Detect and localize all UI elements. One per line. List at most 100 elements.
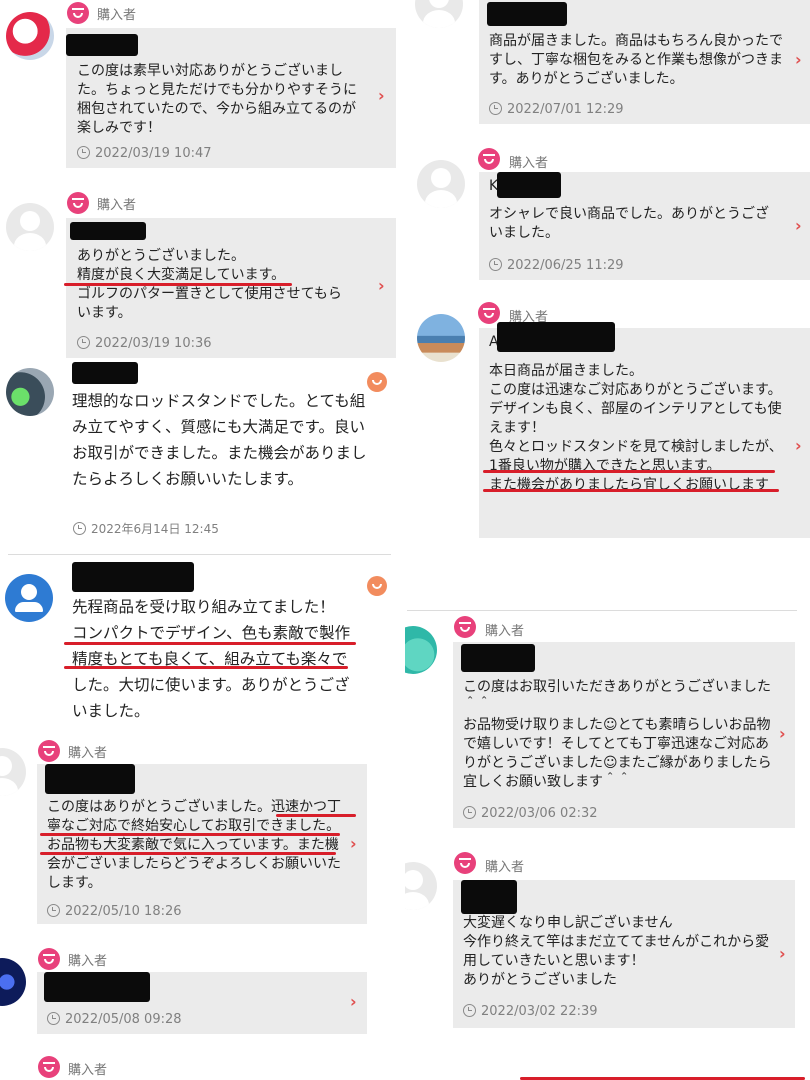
- buyer-badge-icon: [454, 616, 476, 638]
- highlight-underline: [40, 833, 340, 836]
- highlight-underline: [64, 283, 292, 286]
- buyer-badge-icon: [478, 148, 500, 170]
- chevron-right-icon[interactable]: ›: [795, 216, 802, 235]
- buyer-label: 購入者: [485, 860, 525, 875]
- highlight-underline: [64, 642, 356, 645]
- review-card[interactable]: 購入者 2022/05/08 09:28 ›: [0, 946, 405, 1036]
- highlight-underline: [276, 814, 356, 817]
- clock-icon: [47, 1012, 60, 1025]
- review-card[interactable]: 購入者 この度は素早い対応ありがとうございました。ちょっと見ただけでも分かりやす…: [0, 0, 405, 180]
- clock-icon: [77, 336, 90, 349]
- redacted-username: [497, 172, 561, 198]
- highlight-underline: [64, 666, 348, 669]
- clock-icon: [73, 522, 86, 535]
- buyer-label: 購入者: [97, 8, 137, 23]
- redacted-username: [45, 764, 135, 794]
- buyer-badge-icon: [38, 948, 60, 970]
- chevron-right-icon[interactable]: ›: [350, 834, 357, 853]
- highlight-underline: [483, 470, 775, 473]
- user-avatar[interactable]: [417, 160, 465, 208]
- review-card[interactable]: 購入者 この度はありがとうございました。迅速かつ丁寧なご対応で終始安心してお取引…: [0, 738, 405, 928]
- user-avatar[interactable]: [6, 12, 54, 60]
- review-message: 本日商品が届きました。 この度は迅速なご対応ありがとうございます。 デザインも良…: [489, 363, 783, 493]
- review-timestamp: 2022/03/06 02:32: [463, 806, 598, 821]
- chevron-right-icon[interactable]: ›: [795, 436, 802, 455]
- chevron-right-icon[interactable]: ›: [779, 944, 786, 963]
- review-card[interactable]: 商品が届きました。商品はもちろん良かったですし、丁寧な梱包をみると作業も想像がつ…: [405, 0, 810, 130]
- buyer-badge-icon: [38, 1056, 60, 1078]
- user-avatar[interactable]: [415, 0, 463, 28]
- buyer-badge-icon: [38, 740, 60, 762]
- section-divider: [407, 610, 797, 611]
- clock-icon: [489, 102, 502, 115]
- review-message: オシャレで良い商品でした。ありがとうございました。: [489, 206, 769, 241]
- chevron-right-icon[interactable]: ›: [378, 276, 385, 295]
- clock-icon: [489, 258, 502, 271]
- clock-icon: [47, 904, 60, 917]
- review-message: 大変遅くなり申し訳ございません 今作り終えて竿はまだ立ててませんがこれから愛用し…: [463, 915, 770, 988]
- review-card[interactable]: 購入者 ありがとうございました。 精度が良く大変満足しています。 ゴルフのパター…: [0, 190, 405, 358]
- highlight-underline: [483, 489, 779, 492]
- buyer-label: 購入者: [509, 156, 549, 171]
- review-timestamp: 2022/03/19 10:36: [77, 336, 212, 351]
- review-message: 商品が届きました。商品はもちろん良かったですし、丁寧な梱包をみると作業も想像がつ…: [489, 33, 783, 87]
- review-timestamp: 2022/07/01 12:29: [489, 102, 624, 117]
- rating-smile-icon: [367, 576, 387, 596]
- person-icon: [21, 584, 37, 600]
- user-avatar[interactable]: [0, 958, 26, 1006]
- review-timestamp: 2022/03/02 22:39: [463, 1004, 598, 1019]
- buyer-label: 購入者: [97, 198, 137, 213]
- user-avatar[interactable]: [405, 862, 437, 910]
- buyer-label: 購入者: [485, 624, 525, 639]
- clock-icon: [463, 806, 476, 819]
- user-avatar[interactable]: [6, 203, 54, 251]
- clock-icon: [463, 1004, 476, 1017]
- review-card[interactable]: 購入者: [0, 1056, 405, 1080]
- review-card[interactable]: 理想的なロッドスタンドでした。とても組み立てやすく、質感にも大満足です。良いお取…: [0, 360, 405, 550]
- section-divider: [8, 554, 391, 555]
- redacted-username: [72, 562, 194, 592]
- left-review-column: 購入者 この度は素早い対応ありがとうございました。ちょっと見ただけでも分かりやす…: [0, 0, 405, 1080]
- user-avatar[interactable]: [405, 626, 437, 674]
- chevron-right-icon[interactable]: ›: [350, 992, 357, 1011]
- buyer-badge-icon: [67, 192, 89, 214]
- chevron-right-icon[interactable]: ›: [795, 50, 802, 69]
- review-card[interactable]: 購入者 y この度はお取引いただきありがとうございました＾＾ お品物受け取りまし…: [405, 614, 810, 832]
- buyer-label: 購入者: [68, 1063, 108, 1078]
- buyer-badge-icon: [67, 2, 89, 24]
- redacted-username: [487, 2, 567, 26]
- redacted-username: [66, 34, 138, 56]
- buyer-badge-icon: [454, 852, 476, 874]
- redacted-username: [70, 222, 146, 240]
- review-timestamp: 2022/05/08 09:28: [47, 1012, 182, 1027]
- chevron-right-icon[interactable]: ›: [378, 86, 385, 105]
- user-avatar[interactable]: [6, 368, 54, 416]
- review-message: この度はありがとうございました。迅速かつ丁寧なご対応で終始安心してお取引できまし…: [47, 799, 341, 891]
- review-card[interactable]: 購入者 K オシャレで良い商品でした。ありがとうございました。 2022/06/…: [405, 148, 810, 288]
- buyer-label: 購入者: [68, 746, 108, 761]
- redacted-username: [44, 972, 150, 1002]
- review-message: 理想的なロッドスタンドでした。とても組み立てやすく、質感にも大満足です。良いお取…: [72, 392, 367, 488]
- review-card[interactable]: 購入者 A 本日商品が届きました。 この度は迅速なご対応ありがとうございます。 …: [405, 302, 810, 542]
- review-timestamp: 2022年6月14日 12:45: [73, 520, 219, 537]
- redacted-username: [461, 880, 517, 914]
- person-icon-body: [15, 602, 43, 612]
- highlight-underline: [40, 852, 336, 855]
- buyer-badge-icon: [478, 302, 500, 324]
- review-message: この度はお取引いただきありがとうございました＾＾ お品物受け取りました☺とても素…: [463, 679, 772, 790]
- user-avatar[interactable]: [0, 748, 26, 796]
- review-card[interactable]: 購入者 大変遅くなり申し訳ございません 今作り終えて竿はまだ立ててませんがこれか…: [405, 850, 810, 1030]
- redacted-username: [497, 322, 615, 352]
- user-avatar[interactable]: [417, 314, 465, 362]
- buyer-label: 購入者: [68, 954, 108, 969]
- review-message: 先程商品を受け取り組み立てました！ コンパクトでデザイン、色も素敵で製作精度もと…: [72, 598, 351, 720]
- review-timestamp: 2022/05/10 18:26: [47, 904, 182, 919]
- review-timestamp: 2022/06/25 11:29: [489, 258, 624, 273]
- redacted-username: [72, 362, 138, 384]
- review-message: この度は素早い対応ありがとうございました。ちょっと見ただけでも分かりやすそうに梱…: [77, 63, 357, 136]
- review-card[interactable]: 先程商品を受け取り組み立てました！ コンパクトでデザイン、色も素敵で製作精度もと…: [0, 560, 405, 730]
- right-review-column: 商品が届きました。商品はもちろん良かったですし、丁寧な梱包をみると作業も想像がつ…: [405, 0, 810, 1080]
- redacted-username: [461, 644, 535, 672]
- clock-icon: [77, 146, 90, 159]
- chevron-right-icon[interactable]: ›: [779, 724, 786, 743]
